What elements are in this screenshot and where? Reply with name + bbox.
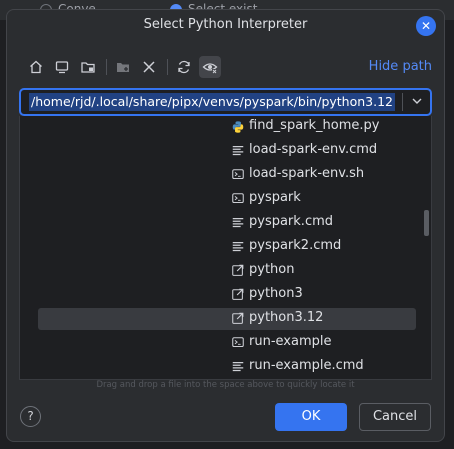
file-row[interactable]: load-spark-env.cmd — [38, 140, 416, 162]
file-name: python3.12 — [249, 310, 324, 325]
show-hidden-button[interactable] — [199, 56, 221, 78]
file-row[interactable]: find_spark_home.py — [38, 116, 416, 138]
text-file-icon — [232, 362, 244, 372]
file-name: python3 — [249, 286, 303, 301]
file-row[interactable]: pyspark.cmd — [38, 212, 416, 234]
select-interpreter-dialog: Select Python Interpreter ✕ Hide path /h… — [6, 9, 445, 442]
project-button[interactable] — [77, 56, 99, 78]
file-name: pyspark — [249, 190, 301, 205]
dialog-title: Select Python Interpreter — [143, 17, 308, 32]
shell-script-icon — [232, 337, 244, 348]
file-name: pyspark.cmd — [249, 214, 334, 229]
file-name: run-example.cmd — [249, 358, 364, 373]
file-row[interactable]: pyspark2.cmd — [38, 236, 416, 258]
file-name: load-spark-env.cmd — [249, 142, 378, 157]
symlink-icon — [232, 288, 244, 300]
project-folder-icon — [81, 62, 95, 73]
close-icon: ✕ — [420, 19, 432, 33]
hide-path-link[interactable]: Hide path — [369, 59, 432, 74]
file-row[interactable]: python3 — [38, 284, 416, 306]
path-input[interactable]: /home/rjd/.local/share/pipx/venvs/pyspar… — [19, 88, 432, 116]
file-row[interactable]: load-spark-env.sh — [38, 164, 416, 186]
new-folder-icon — [117, 63, 129, 72]
toolbar-separator — [106, 59, 107, 75]
home-icon — [30, 60, 42, 74]
delete-icon — [143, 61, 155, 73]
show-hidden-icon — [202, 63, 218, 74]
file-row[interactable]: pyspark — [38, 188, 416, 210]
drag-drop-hint: Drag and drop a file into the space abov… — [96, 380, 355, 390]
python-file-icon — [232, 121, 244, 133]
home-button[interactable] — [25, 56, 47, 78]
chevron-down-icon[interactable] — [410, 94, 424, 108]
symlink-icon — [232, 264, 244, 276]
shell-script-icon — [232, 169, 244, 180]
refresh-icon — [178, 60, 190, 74]
delete-button[interactable] — [138, 56, 160, 78]
file-name: pyspark2.cmd — [249, 238, 342, 253]
desktop-icon — [55, 61, 69, 74]
scrollbar-thumb[interactable] — [424, 210, 429, 236]
cancel-button[interactable]: Cancel — [359, 403, 431, 431]
file-name: load-spark-env.sh — [249, 166, 365, 181]
text-file-icon — [232, 146, 244, 156]
symlink-icon — [232, 312, 244, 324]
file-name: run-example — [249, 334, 332, 349]
close-button[interactable]: ✕ — [416, 16, 436, 36]
new-folder-button[interactable] — [112, 56, 134, 78]
refresh-button[interactable] — [173, 56, 195, 78]
ok-button[interactable]: OK — [275, 403, 347, 431]
file-row[interactable]: python — [38, 260, 416, 282]
text-file-icon — [232, 242, 244, 252]
shell-script-icon — [232, 193, 244, 204]
help-button[interactable]: ? — [20, 406, 41, 427]
file-name: find_spark_home.py — [249, 118, 380, 133]
file-tree[interactable]: find_spark_home.py load-spark-env.cmd load… — [19, 116, 432, 380]
file-row[interactable]: run-example.cmd — [38, 356, 416, 378]
file-name: python — [249, 262, 295, 277]
toolbar-separator — [167, 59, 168, 75]
text-file-icon — [232, 218, 244, 228]
desktop-button[interactable] — [51, 56, 73, 78]
file-row[interactable]: python3.12 — [38, 308, 416, 330]
path-input-value: /home/rjd/.local/share/pipx/venvs/pyspar… — [29, 93, 395, 111]
path-input-divider — [402, 93, 403, 111]
file-chooser-toolbar — [25, 56, 225, 78]
file-row[interactable]: run-example — [38, 332, 416, 354]
